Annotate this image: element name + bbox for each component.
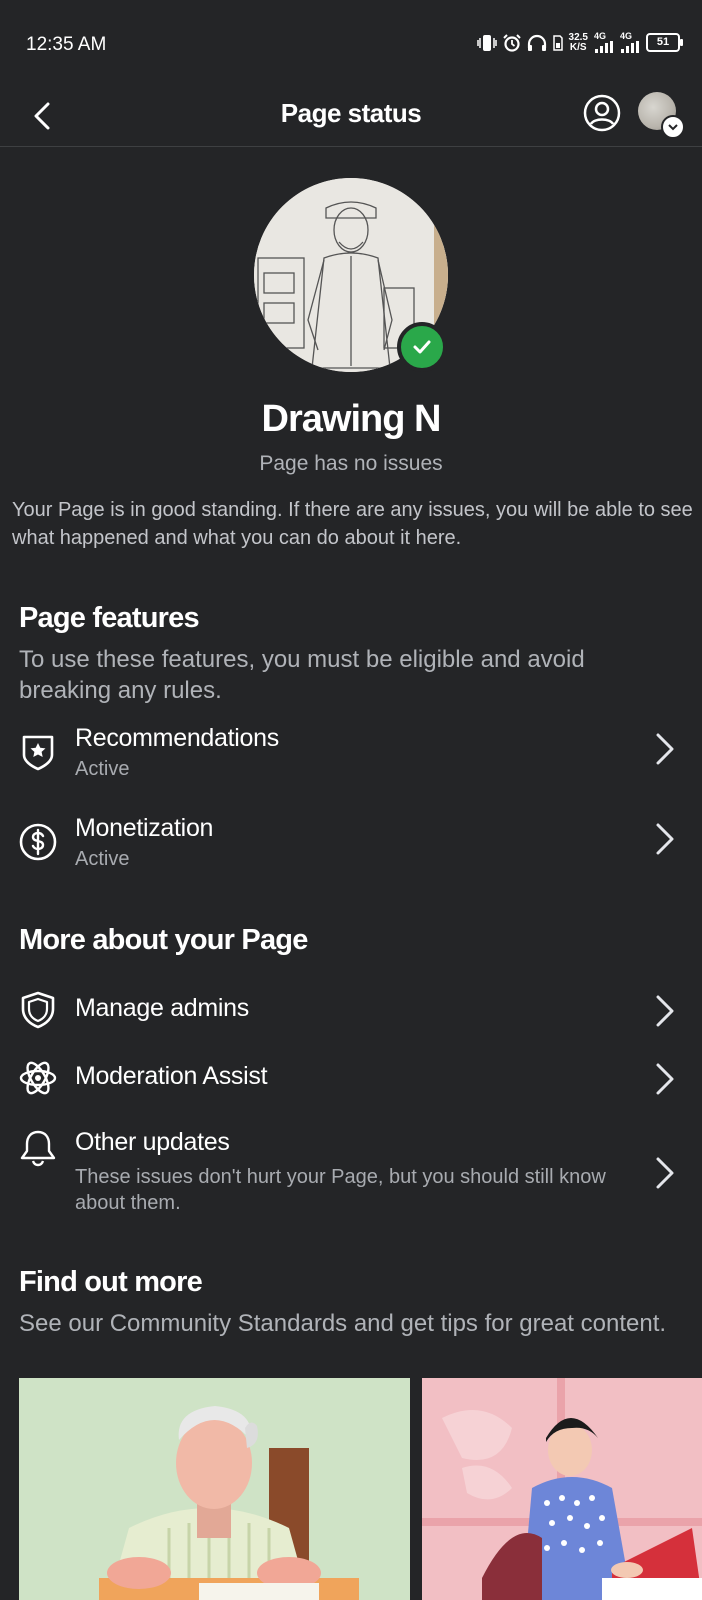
battery-icon: 51 [646,33,683,52]
row-manage-admins[interactable]: Manage admins [0,988,702,1044]
atom-icon [19,1061,57,1095]
chevron-right-icon [656,823,674,855]
feature-row-monetization[interactable]: Monetization Active [0,812,702,898]
status-time: 12:35 AM [26,34,107,55]
signal-icon: 4G [620,32,640,53]
illustration-older-man [19,1378,410,1600]
feature-status: Active [75,758,130,780]
verified-check-icon [397,322,447,372]
feature-label: Recommendations [75,724,279,752]
shield-star-icon [22,735,54,771]
page-standing-description: Your Page is in good standing. If there … [12,499,693,549]
chevron-right-icon [656,1063,674,1095]
row-label: Other updates [75,1128,230,1156]
row-other-updates[interactable]: Other updates These issues don't hurt yo… [0,1126,702,1226]
net-speed-value: 32.5 [568,31,588,43]
feature-label: Monetization [75,814,214,842]
page-features-heading: Page features [19,602,200,634]
account-icon[interactable] [582,93,622,133]
chevron-right-icon [656,1157,674,1189]
signal-icon: 4G [594,32,614,53]
illustration-woman-laptop [422,1378,702,1600]
headphones-icon [527,34,546,51]
row-label: Moderation Assist [75,1062,268,1090]
page-features-subtitle: To use these features, you must be eligi… [19,646,585,704]
net-speed-unit: K/S [569,41,587,53]
status-icons: 32.5 K/S 4G 4G 51 [476,31,683,53]
find-out-more-subtitle: See our Community Standards and get tips… [19,1310,667,1337]
signal-1-label: 4G [594,31,607,41]
row-description: These issues don't hurt your Page, but y… [75,1166,606,1214]
chevron-down-icon[interactable] [661,115,685,139]
dollar-circle-icon [19,823,57,861]
sim-icon [552,34,563,51]
status-bar: 12:35 AM 32.5 K/S 4G 4G 51 [0,0,702,88]
chevron-right-icon [656,995,674,1027]
chevron-right-icon [656,733,674,765]
bell-icon [20,1130,56,1167]
more-about-heading: More about your Page [19,924,308,956]
app-bar: Page status [0,88,702,147]
signal-2-label: 4G [620,31,633,41]
community-standards-card[interactable] [19,1378,410,1600]
feature-row-recommendations[interactable]: Recommendations Active [0,722,702,808]
feature-status: Active [75,848,130,870]
row-moderation-assist[interactable]: Moderation Assist [0,1058,702,1114]
page-name: Drawing N [261,398,442,440]
net-speed: 32.5 K/S [568,31,588,53]
alarm-icon [502,33,521,52]
content-tips-card[interactable] [422,1378,702,1600]
shield-icon [21,991,55,1029]
vibrate-icon [476,34,497,51]
page-status-summary: Page has no issues [259,452,443,475]
row-label: Manage admins [75,994,249,1022]
find-out-more-heading: Find out more [19,1266,203,1298]
